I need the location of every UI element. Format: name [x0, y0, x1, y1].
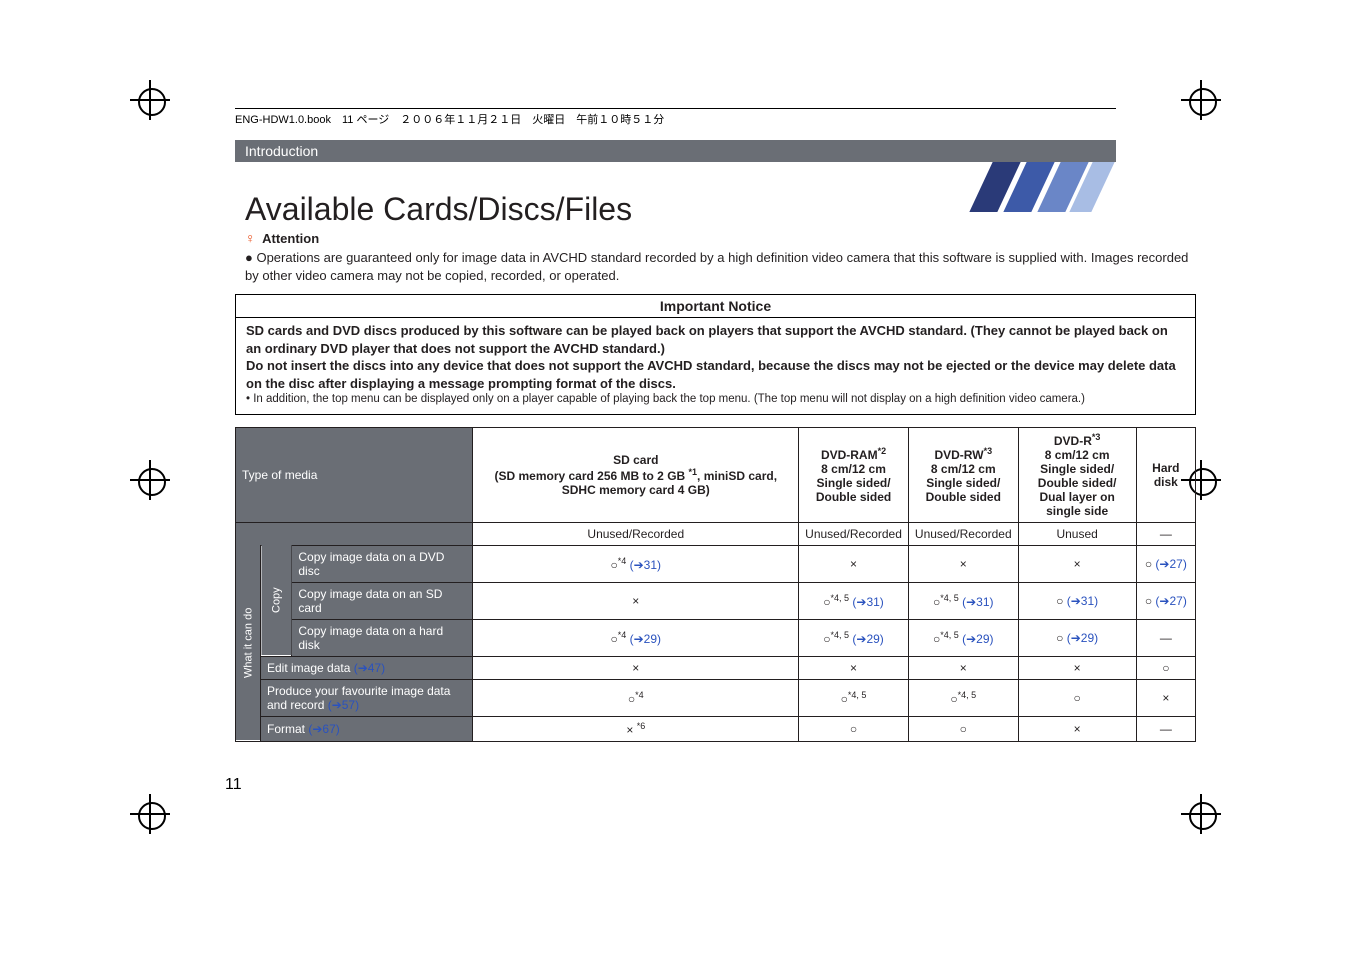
notice-line-1: SD cards and DVD discs produced by this …	[246, 322, 1185, 357]
col-dvd-rw: DVD-RW*38 cm/12 cmSingle sided/Double si…	[908, 427, 1018, 522]
cell: ○	[1018, 679, 1136, 716]
cell: ○*4, 5	[908, 679, 1018, 716]
row-edit: Edit image data (➔47)	[261, 656, 473, 679]
state-sd: Unused/Recorded	[473, 522, 799, 545]
registration-mark-icon	[130, 80, 170, 120]
page-number: 11	[225, 776, 242, 794]
cell: ×	[908, 545, 1018, 582]
notice-footnote: In addition, the top menu can be display…	[253, 393, 1085, 405]
cell: ○ (➔27)	[1136, 545, 1195, 582]
cell: ×	[799, 656, 909, 679]
page-title: Available Cards/Discs/Files	[245, 191, 632, 228]
cell: ○ (➔27)	[1136, 582, 1195, 619]
cell: —	[1136, 716, 1195, 741]
type-of-media-header: Type of media	[236, 427, 473, 522]
group-copy: Copy	[261, 545, 292, 656]
state-rw: Unused/Recorded	[908, 522, 1018, 545]
cell: ○	[799, 716, 909, 741]
col-dvd-ram: DVD-RAM*28 cm/12 cmSingle sided/Double s…	[799, 427, 909, 522]
state-r: Unused	[1018, 522, 1136, 545]
cell: ○	[1136, 656, 1195, 679]
attention-body: Operations are guaranteed only for image…	[245, 250, 1188, 283]
row-copy-dvd: Copy image data on a DVD disc	[292, 545, 473, 582]
compatibility-table: Type of media SD card(SD memory card 256…	[235, 427, 1196, 742]
registration-mark-icon	[1181, 794, 1221, 834]
cell: ×	[1018, 716, 1136, 741]
cell: ×	[799, 545, 909, 582]
attention-label: Attention	[262, 231, 319, 246]
decorative-stripes-icon	[981, 162, 1151, 212]
cell: ○*4 (➔31)	[473, 545, 799, 582]
cell: × *6	[473, 716, 799, 741]
cell: ×	[908, 656, 1018, 679]
notice-title: Important Notice	[236, 295, 1195, 318]
cell: ×	[473, 656, 799, 679]
cell: ○ (➔31)	[1018, 582, 1136, 619]
cell: ○*4 (➔29)	[473, 619, 799, 656]
cell: ○*4, 5 (➔31)	[799, 582, 909, 619]
col-sd-card: SD card(SD memory card 256 MB to 2 GB *1…	[473, 427, 799, 522]
registration-mark-icon	[1181, 80, 1221, 120]
state-ram: Unused/Recorded	[799, 522, 909, 545]
group-what-it-can-do: What it can do	[236, 545, 261, 741]
cell: ○*4, 5	[799, 679, 909, 716]
col-dvd-r: DVD-R*38 cm/12 cmSingle sided/Double sid…	[1018, 427, 1136, 522]
row-produce: Produce your favourite image data and re…	[261, 679, 473, 716]
cell: ×	[473, 582, 799, 619]
cell: ○*4, 5 (➔29)	[908, 619, 1018, 656]
cell: ○	[908, 716, 1018, 741]
important-notice-box: Important Notice SD cards and DVD discs …	[235, 294, 1196, 415]
running-header: ENG-HDW1.0.book 11 ページ ２００６年１１月２１日 火曜日 午…	[235, 108, 1116, 127]
cell: ×	[1018, 656, 1136, 679]
cell: ○*4	[473, 679, 799, 716]
registration-mark-icon	[130, 460, 170, 500]
cell: ○*4, 5 (➔31)	[908, 582, 1018, 619]
col-hard-disk: Hard disk	[1136, 427, 1195, 522]
row-copy-sd: Copy image data on an SD card	[292, 582, 473, 619]
state-hdd: —	[1136, 522, 1195, 545]
cell: ×	[1018, 545, 1136, 582]
section-banner: Introduction	[235, 140, 1116, 162]
cell: ×	[1136, 679, 1195, 716]
row-copy-hdd: Copy image data on a hard disk	[292, 619, 473, 656]
notice-line-2: Do not insert the discs into any device …	[246, 357, 1185, 392]
cell: ○ (➔29)	[1018, 619, 1136, 656]
registration-mark-icon	[130, 794, 170, 834]
cell: ○*4, 5 (➔29)	[799, 619, 909, 656]
cell: —	[1136, 619, 1195, 656]
row-format: Format (➔67)	[261, 716, 473, 741]
lightbulb-icon: ♀	[245, 230, 256, 246]
